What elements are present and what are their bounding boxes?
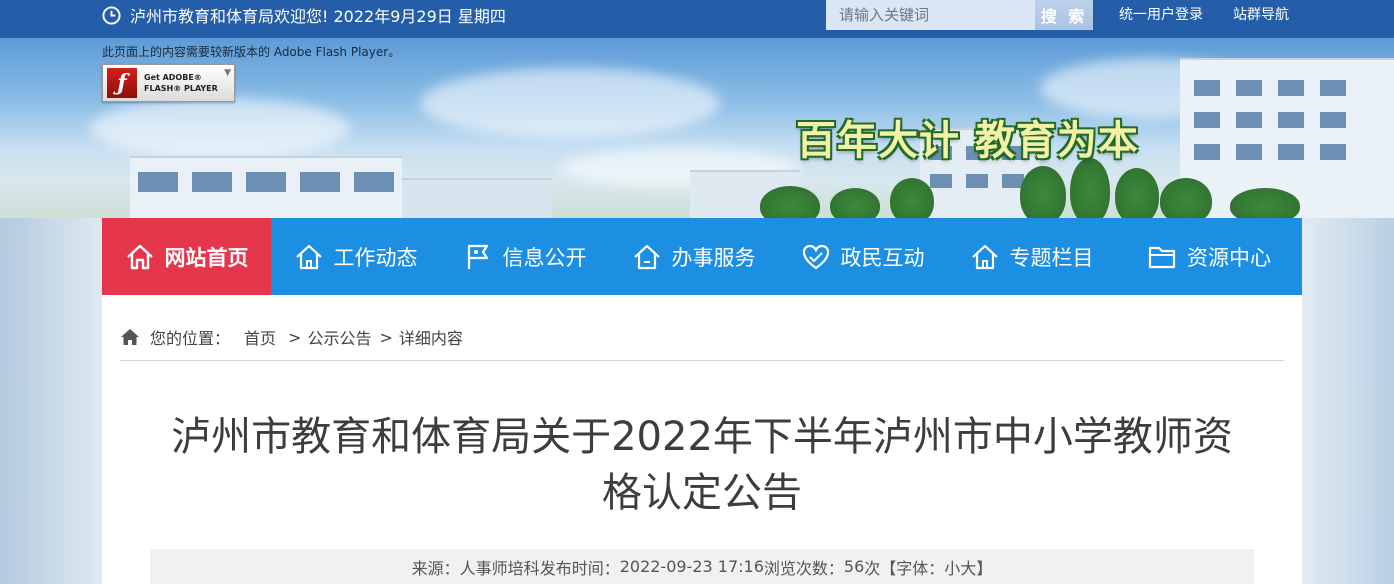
house-icon <box>971 244 998 269</box>
flash-badge-line1: Get ADOBE® <box>144 73 202 82</box>
flag-icon <box>467 244 488 269</box>
welcome-message: 泸州市教育和体育局欢迎您! 2022年9月29日 星期四 <box>102 0 506 30</box>
view-count-label: 浏览次数： <box>763 558 844 578</box>
breadcrumb-home-link[interactable]: 首页 <box>244 325 276 349</box>
main-navigation: 网站首页 工作动态 信息公开 办事服务 政民互动 专题栏目 资源中心 <box>102 218 1302 295</box>
nav-item-info-disclosure[interactable]: 信息公开 <box>440 218 609 295</box>
breadcrumb-separator: > <box>379 327 393 347</box>
nav-label: 工作动态 <box>333 245 418 270</box>
breadcrumb-category-link[interactable]: 公示公告 <box>307 325 371 349</box>
source-label: 来源： <box>411 558 460 578</box>
header-banner: 百年大计 教育为本 此页面上的内容需要较新版本的 Adobe Flash Pla… <box>0 38 1394 218</box>
nav-label: 信息公开 <box>502 245 587 270</box>
folder-icon <box>1148 246 1176 268</box>
home-icon <box>121 329 139 345</box>
clock-icon <box>102 5 121 25</box>
flash-badge-text: Get ADOBE® FLASH® PLAYER <box>144 72 218 94</box>
breadcrumb-divider <box>120 360 1284 361</box>
flash-logo-icon: ƒ <box>107 68 137 98</box>
nav-label: 资源中心 <box>1187 245 1271 270</box>
house-icon <box>633 244 660 269</box>
font-large-button[interactable]: 大 <box>960 555 976 579</box>
font-small-button[interactable]: 小 <box>944 555 960 579</box>
nav-item-services[interactable]: 办事服务 <box>609 218 778 295</box>
nav-label: 网站首页 <box>164 245 249 270</box>
publish-time-label: 发布时间： <box>539 558 620 578</box>
sitemap-link[interactable]: 站群导航 <box>1233 0 1289 28</box>
publish-time-value: 2022-09-23 17:16 <box>619 557 764 576</box>
nav-item-work-news[interactable]: 工作动态 <box>271 218 440 295</box>
source-value: 人事师培科 <box>459 558 540 578</box>
search-input[interactable] <box>826 0 1035 30</box>
nav-item-resources[interactable]: 资源中心 <box>1116 218 1302 295</box>
article-title: 泸州市教育和体育局关于2022年下半年泸州市中小学教师资 格认定公告 <box>150 409 1254 521</box>
nav-item-interaction[interactable]: 政民互动 <box>778 218 947 295</box>
right-background <box>1302 218 1394 584</box>
font-size-label: 【字体： <box>880 558 945 578</box>
left-background <box>0 218 102 584</box>
top-bar: 泸州市教育和体育局欢迎您! 2022年9月29日 星期四 搜 索 统一用户登录 … <box>0 0 1394 38</box>
welcome-text: 泸州市教育和体育局欢迎您! 2022年9月29日 星期四 <box>130 7 506 26</box>
breadcrumb: 您的位置： 首页 > 公示公告 > 详细内容 <box>120 326 463 348</box>
home-icon <box>126 244 153 269</box>
breadcrumb-current: 详细内容 <box>398 329 463 348</box>
school-building-left <box>130 156 402 218</box>
view-count-value: 56 <box>843 557 865 576</box>
heart-icon <box>802 244 829 269</box>
article-title-line1: 泸州市教育和体育局关于2022年下半年泸州市中小学教师资 <box>171 414 1233 460</box>
nav-item-home[interactable]: 网站首页 <box>102 218 271 295</box>
banner-slogan: 百年大计 教育为本 <box>796 117 1139 164</box>
nav-label: 专题栏目 <box>1009 245 1094 270</box>
house-icon <box>295 244 322 269</box>
flash-badge-line2: FLASH® PLAYER <box>144 84 218 93</box>
get-flash-player-button[interactable]: ƒ Get ADOBE® FLASH® PLAYER ▼ <box>102 64 235 102</box>
breadcrumb-prefix: 您的位置： <box>150 329 231 348</box>
article-meta: 来源： 人事师培科 发布时间： 2022-09-23 17:16 浏览次数： 56 … <box>150 549 1254 584</box>
view-count-unit: 次 <box>864 558 881 578</box>
download-arrow-icon: ▼ <box>224 68 231 78</box>
nav-label: 办事服务 <box>671 245 756 270</box>
flash-notice: 此页面上的内容需要较新版本的 Adobe Flash Player。 <box>102 45 401 59</box>
search-button[interactable]: 搜 索 <box>1035 0 1093 30</box>
nav-item-special-topics[interactable]: 专题栏目 <box>947 218 1116 295</box>
article-title-line2: 格认定公告 <box>602 470 802 516</box>
nav-label: 政民互动 <box>840 245 925 270</box>
font-size-close: 】 <box>976 558 993 578</box>
breadcrumb-separator: > <box>288 327 302 347</box>
user-login-link[interactable]: 统一用户登录 <box>1119 0 1203 28</box>
